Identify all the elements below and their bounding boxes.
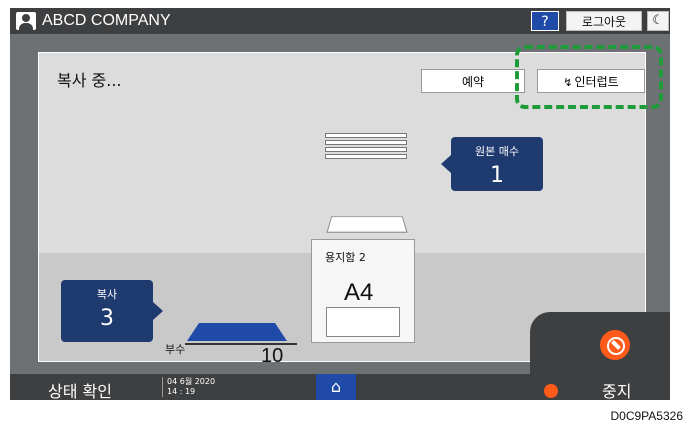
- copy-value: 3: [100, 306, 114, 331]
- company-label: ABCD COMPANY: [42, 12, 171, 29]
- originals-label: 원본 매수: [475, 145, 519, 158]
- home-button[interactable]: ⌂: [316, 374, 356, 400]
- stop-button[interactable]: 중지: [530, 312, 670, 400]
- help-button[interactable]: ?: [531, 11, 559, 31]
- status-check-button[interactable]: 상태 확인: [48, 378, 112, 400]
- copies-value: 10: [261, 345, 284, 367]
- originals-value: 1: [490, 163, 504, 188]
- stop-label: 중지: [602, 382, 632, 400]
- top-bar: ABCD COMPANY ? 로그아웃 ☾: [10, 8, 670, 34]
- interrupt-highlight: [515, 45, 663, 109]
- copy-count-badge: 복사 3: [61, 280, 163, 342]
- figure-caption: D0C9PA5326: [610, 409, 684, 423]
- user-icon: [16, 12, 36, 30]
- originals-count-badge: 원본 매수 1: [441, 137, 543, 191]
- date-text: 04 6월 2020: [167, 377, 216, 386]
- time-text: 14 : 19: [167, 387, 196, 396]
- tray-paper-stack-icon: [326, 307, 400, 337]
- company-name: ABCD COMPANY: [16, 10, 171, 32]
- tray-feed-sheet-icon: [326, 216, 408, 233]
- output-tray-icon: [187, 323, 287, 341]
- original-stack-icon: [325, 133, 407, 163]
- copies-label: 부수: [165, 343, 186, 356]
- home-icon: ⌂: [330, 377, 342, 396]
- energy-saver-button[interactable]: ☾: [647, 11, 669, 31]
- stop-small-icon: [544, 384, 558, 398]
- tray-label: 용지함 2: [325, 251, 366, 264]
- logout-button[interactable]: 로그아웃: [566, 11, 642, 31]
- copy-label: 복사: [96, 288, 118, 301]
- date-time: 04 6월 2020 14 : 19: [162, 377, 215, 397]
- dialog-title: 복사 중...: [57, 71, 122, 90]
- tray-paper-size: A4: [344, 279, 374, 306]
- stop-icon: [600, 330, 630, 360]
- reserve-button[interactable]: 예약: [421, 69, 525, 93]
- moon-icon: ☾: [652, 13, 664, 28]
